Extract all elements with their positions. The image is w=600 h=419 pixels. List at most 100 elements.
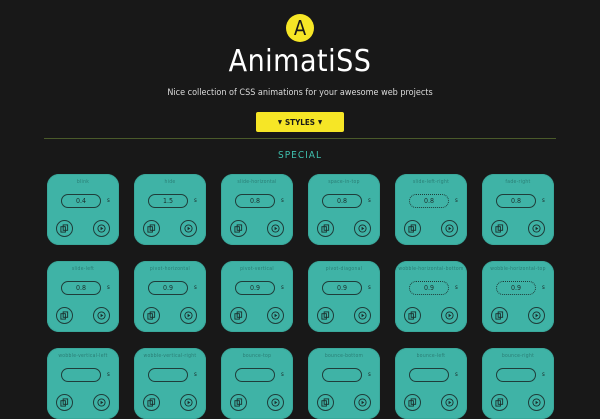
animation-card: bounce-right s xyxy=(482,348,554,419)
animation-card-grid: blink 0.4 s hide 1.5 s slide-horizontal 0.8 s spa… xyxy=(47,174,554,419)
play-button[interactable] xyxy=(441,220,458,237)
copy-icon xyxy=(495,311,504,320)
copy-button[interactable] xyxy=(317,220,334,237)
play-button[interactable] xyxy=(267,220,284,237)
duration-input[interactable]: 0.9 xyxy=(235,281,275,295)
play-button[interactable] xyxy=(267,394,284,411)
duration-unit: s xyxy=(107,284,110,291)
play-icon xyxy=(532,311,541,320)
copy-icon xyxy=(60,224,69,233)
copy-button[interactable] xyxy=(317,307,334,324)
copy-button[interactable] xyxy=(230,307,247,324)
duration-input[interactable]: 0.9 xyxy=(322,281,362,295)
duration-unit: s xyxy=(542,371,545,378)
duration-input[interactable]: 0.4 xyxy=(61,194,101,208)
copy-button[interactable] xyxy=(404,307,421,324)
copy-button[interactable] xyxy=(317,394,334,411)
copy-button[interactable] xyxy=(143,394,160,411)
logo-letter: A xyxy=(293,16,307,40)
duration-input[interactable]: 0.9 xyxy=(409,281,449,295)
copy-button[interactable] xyxy=(56,307,73,324)
animation-name: bounce-top xyxy=(242,353,272,359)
duration-input[interactable] xyxy=(235,368,275,382)
duration-unit: s xyxy=(281,371,284,378)
copy-button[interactable] xyxy=(404,220,421,237)
play-button[interactable] xyxy=(354,307,371,324)
copy-button[interactable] xyxy=(491,307,508,324)
play-button[interactable] xyxy=(528,220,545,237)
play-button[interactable] xyxy=(354,394,371,411)
copy-button[interactable] xyxy=(491,220,508,237)
duration-unit: s xyxy=(281,197,284,204)
play-icon xyxy=(97,224,106,233)
duration-input[interactable]: 0.9 xyxy=(496,281,536,295)
play-button[interactable] xyxy=(441,394,458,411)
animation-name: hide xyxy=(164,179,176,185)
animation-card: wobble-horizontal-bottom 0.9 s xyxy=(395,261,467,332)
copy-button[interactable] xyxy=(143,307,160,324)
copy-button[interactable] xyxy=(143,220,160,237)
duration-unit: s xyxy=(368,371,371,378)
copy-button[interactable] xyxy=(56,394,73,411)
copy-icon xyxy=(60,398,69,407)
animation-name: pivot-diagonal xyxy=(325,266,363,272)
copy-button[interactable] xyxy=(404,394,421,411)
copy-icon xyxy=(495,224,504,233)
play-button[interactable] xyxy=(528,394,545,411)
duration-unit: s xyxy=(194,197,197,204)
copy-icon xyxy=(234,398,243,407)
duration-input[interactable]: 0.8 xyxy=(322,194,362,208)
styles-dropdown-button[interactable]: ▼ STYLES ▼ xyxy=(256,112,344,132)
play-button[interactable] xyxy=(180,307,197,324)
duration-input[interactable] xyxy=(322,368,362,382)
animation-card: bounce-top s xyxy=(221,348,293,419)
animation-name: wobble-vertical-left xyxy=(58,353,108,359)
duration-input[interactable]: 0.9 xyxy=(148,281,188,295)
play-icon xyxy=(445,224,454,233)
copy-icon xyxy=(408,224,417,233)
duration-unit: s xyxy=(194,284,197,291)
play-button[interactable] xyxy=(180,394,197,411)
copy-icon xyxy=(60,311,69,320)
duration-input[interactable] xyxy=(148,368,188,382)
duration-input[interactable]: 0.8 xyxy=(61,281,101,295)
animation-name: slide-left xyxy=(71,266,95,272)
copy-icon xyxy=(321,311,330,320)
animation-card: fade-right 0.8 s xyxy=(482,174,554,245)
animation-card: slide-left-right 0.8 s xyxy=(395,174,467,245)
play-button[interactable] xyxy=(93,307,110,324)
play-button[interactable] xyxy=(93,394,110,411)
duration-unit: s xyxy=(368,197,371,204)
duration-input[interactable]: 0.8 xyxy=(496,194,536,208)
duration-input[interactable]: 0.8 xyxy=(409,194,449,208)
play-icon xyxy=(532,224,541,233)
duration-unit: s xyxy=(281,284,284,291)
copy-button[interactable] xyxy=(56,220,73,237)
copy-icon xyxy=(408,398,417,407)
play-button[interactable] xyxy=(180,220,197,237)
duration-input[interactable]: 0.8 xyxy=(235,194,275,208)
animation-card: bounce-bottom s xyxy=(308,348,380,419)
duration-input[interactable] xyxy=(61,368,101,382)
duration-unit: s xyxy=(368,284,371,291)
play-button[interactable] xyxy=(441,307,458,324)
play-icon xyxy=(271,398,280,407)
duration-input[interactable] xyxy=(409,368,449,382)
play-icon xyxy=(184,224,193,233)
animation-name: slide-horizontal xyxy=(237,179,277,185)
duration-input[interactable] xyxy=(496,368,536,382)
animation-name: bounce-bottom xyxy=(324,353,364,359)
play-icon xyxy=(445,398,454,407)
duration-input[interactable]: 1.5 xyxy=(148,194,188,208)
play-button[interactable] xyxy=(354,220,371,237)
copy-button[interactable] xyxy=(230,394,247,411)
logo-icon: A xyxy=(286,14,314,42)
play-button[interactable] xyxy=(528,307,545,324)
animation-name: bounce-left xyxy=(416,353,446,359)
copy-icon xyxy=(495,398,504,407)
copy-button[interactable] xyxy=(230,220,247,237)
animation-card: slide-horizontal 0.8 s xyxy=(221,174,293,245)
play-button[interactable] xyxy=(93,220,110,237)
copy-button[interactable] xyxy=(491,394,508,411)
play-button[interactable] xyxy=(267,307,284,324)
